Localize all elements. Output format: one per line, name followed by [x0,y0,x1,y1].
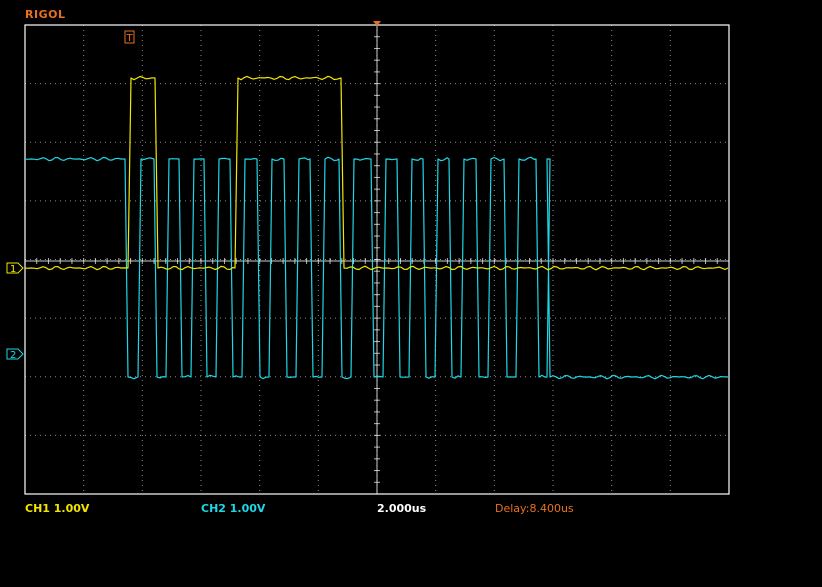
ch2-scale[interactable]: CH2 1.00V [201,502,265,515]
oscilloscope-screen: T 1 2 [6,21,730,495]
ch2-marker-label: 2 [10,350,16,361]
delay-readout[interactable]: Delay:8.400us [495,502,574,515]
timebase-readout[interactable]: 2.000us [377,502,426,515]
trigger-marker-icon: T [126,33,134,44]
ch1-marker-label: 1 [10,264,16,275]
ch1-scale[interactable]: CH1 1.00V [25,502,89,515]
